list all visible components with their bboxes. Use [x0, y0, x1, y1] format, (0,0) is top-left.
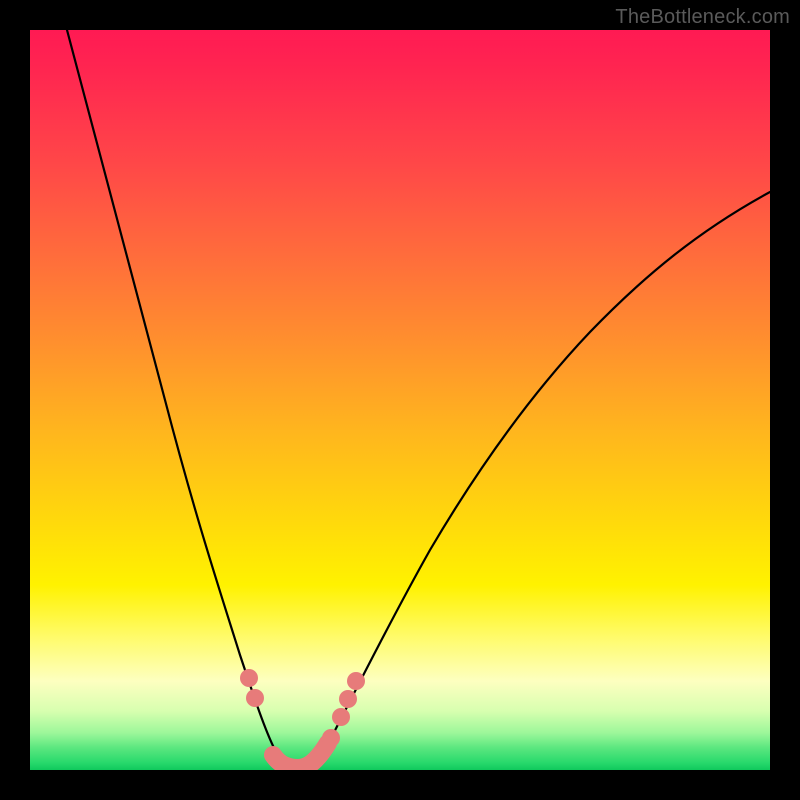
marker-dot — [246, 689, 264, 707]
marker-dot — [240, 669, 258, 687]
marker-dot — [339, 690, 357, 708]
marker-dot — [347, 672, 365, 690]
plot-area — [30, 30, 770, 770]
marker-dot — [322, 729, 340, 747]
curve-layer — [30, 30, 770, 770]
watermark-text: TheBottleneck.com — [615, 6, 790, 29]
marker-dot — [332, 708, 350, 726]
highlight-trough — [273, 743, 328, 768]
chart-frame: TheBottleneck.com — [0, 0, 800, 800]
bottleneck-curve — [67, 30, 770, 768]
